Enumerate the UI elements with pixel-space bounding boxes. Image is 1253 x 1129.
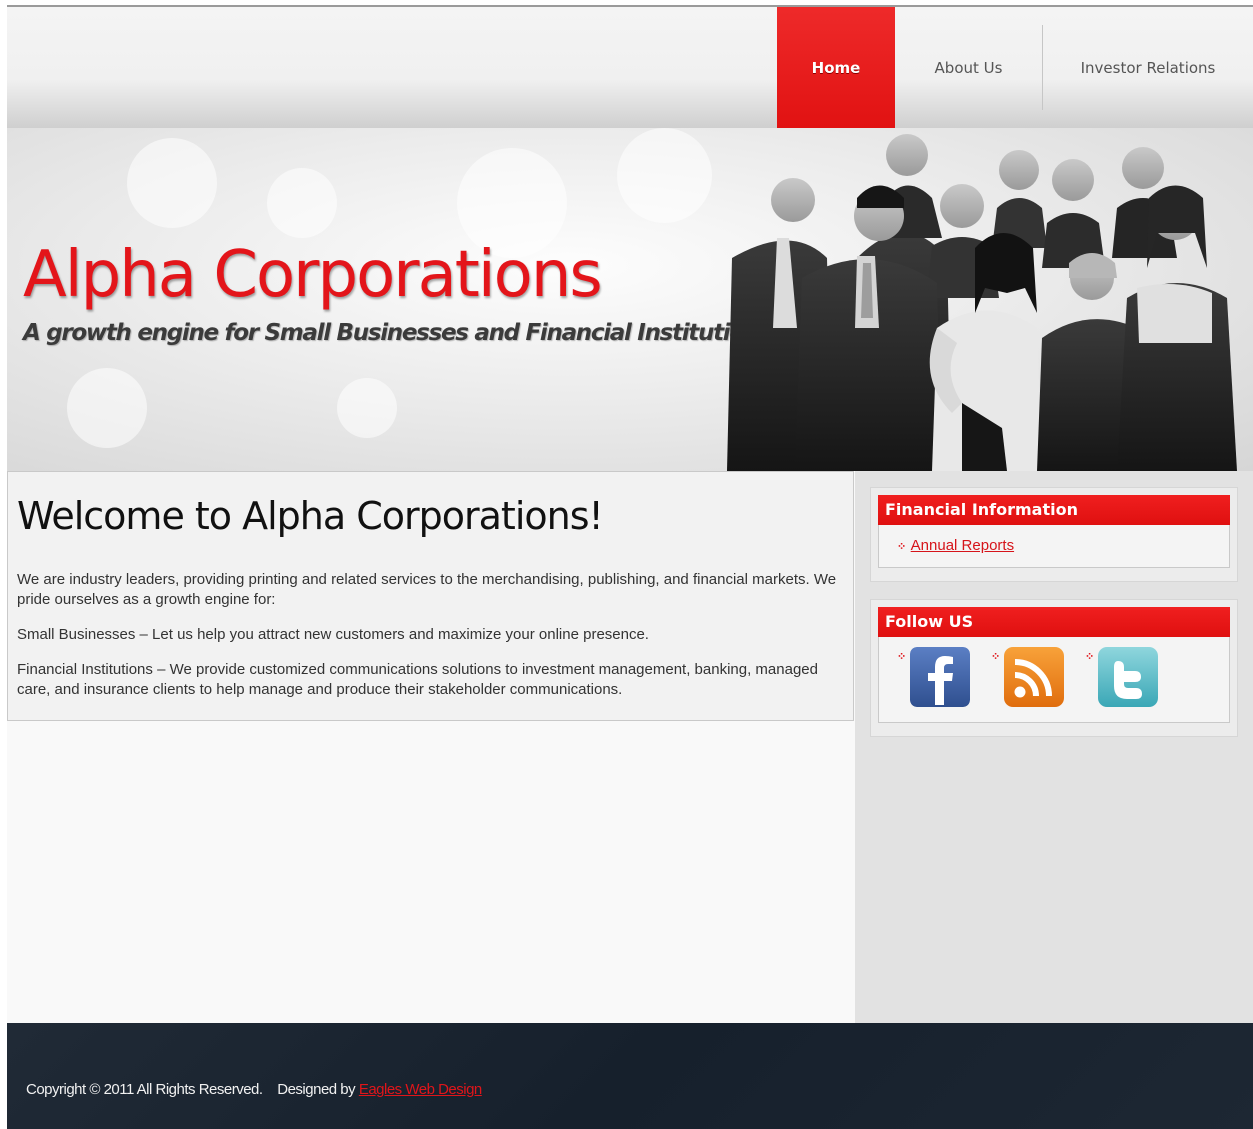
- bullet-icon: ⁘: [897, 651, 907, 663]
- site-footer: Copyright © 2011 All Rights Reserved. De…: [7, 1023, 1253, 1129]
- bullet-icon: ⁘: [991, 651, 1001, 663]
- brand-title: Alpha Corporations: [23, 238, 603, 312]
- small-business-paragraph: Small Businesses – Let us help you attra…: [17, 626, 649, 643]
- annual-reports-link[interactable]: Annual Reports: [911, 537, 1014, 554]
- copyright-text: Copyright © 2011 All Rights Reserved.: [26, 1081, 263, 1098]
- facebook-icon[interactable]: [910, 647, 970, 707]
- bokeh-light: [127, 138, 217, 228]
- designed-by-label: Designed by: [277, 1081, 356, 1098]
- bokeh-light: [617, 128, 712, 223]
- follow-us-heading: Follow US: [878, 607, 1230, 637]
- financial-info-heading: Financial Information: [878, 495, 1230, 525]
- hero-banner: Alpha Corporations A growth engine for S…: [7, 128, 1253, 471]
- rss-icon[interactable]: [1004, 647, 1064, 707]
- financial-info-body: ⁘ Annual Reports: [878, 525, 1230, 568]
- designer-link[interactable]: Eagles Web Design: [359, 1081, 482, 1098]
- site-header: Home About Us Investor Relations: [7, 7, 1253, 128]
- bokeh-light: [67, 368, 147, 448]
- nav-home[interactable]: Home: [777, 7, 895, 128]
- financial-info-widget: Financial Information ⁘ Annual Reports: [870, 487, 1238, 582]
- bokeh-light: [267, 168, 337, 238]
- welcome-section: Welcome to Alpha Corporations! We are in…: [7, 471, 854, 721]
- sidebar: Financial Information ⁘ Annual Reports F…: [855, 471, 1253, 1023]
- twitter-icon[interactable]: [1098, 647, 1158, 707]
- follow-us-widget: Follow US ⁘ ⁘ ⁘: [870, 599, 1238, 737]
- nav-investor-relations[interactable]: Investor Relations: [1043, 7, 1253, 128]
- main-nav: Home About Us Investor Relations: [777, 7, 1253, 128]
- follow-us-body: ⁘ ⁘ ⁘: [878, 637, 1230, 723]
- nav-about-us[interactable]: About Us: [895, 7, 1042, 128]
- bokeh-light: [337, 378, 397, 438]
- financial-institutions-paragraph: Financial Institutions – We provide cust…: [17, 661, 818, 698]
- brand-tagline: A growth engine for Small Businesses and…: [23, 320, 773, 346]
- bullet-icon: ⁘: [897, 541, 907, 553]
- team-photo: [727, 134, 1237, 471]
- welcome-title: Welcome to Alpha Corporations!: [17, 494, 604, 538]
- footer-text: Copyright © 2011 All Rights Reserved. De…: [26, 1081, 482, 1098]
- annual-reports-item: ⁘ Annual Reports: [897, 537, 1014, 555]
- bullet-icon: ⁘: [1085, 651, 1095, 663]
- intro-paragraph: We are industry leaders, providing print…: [17, 571, 837, 608]
